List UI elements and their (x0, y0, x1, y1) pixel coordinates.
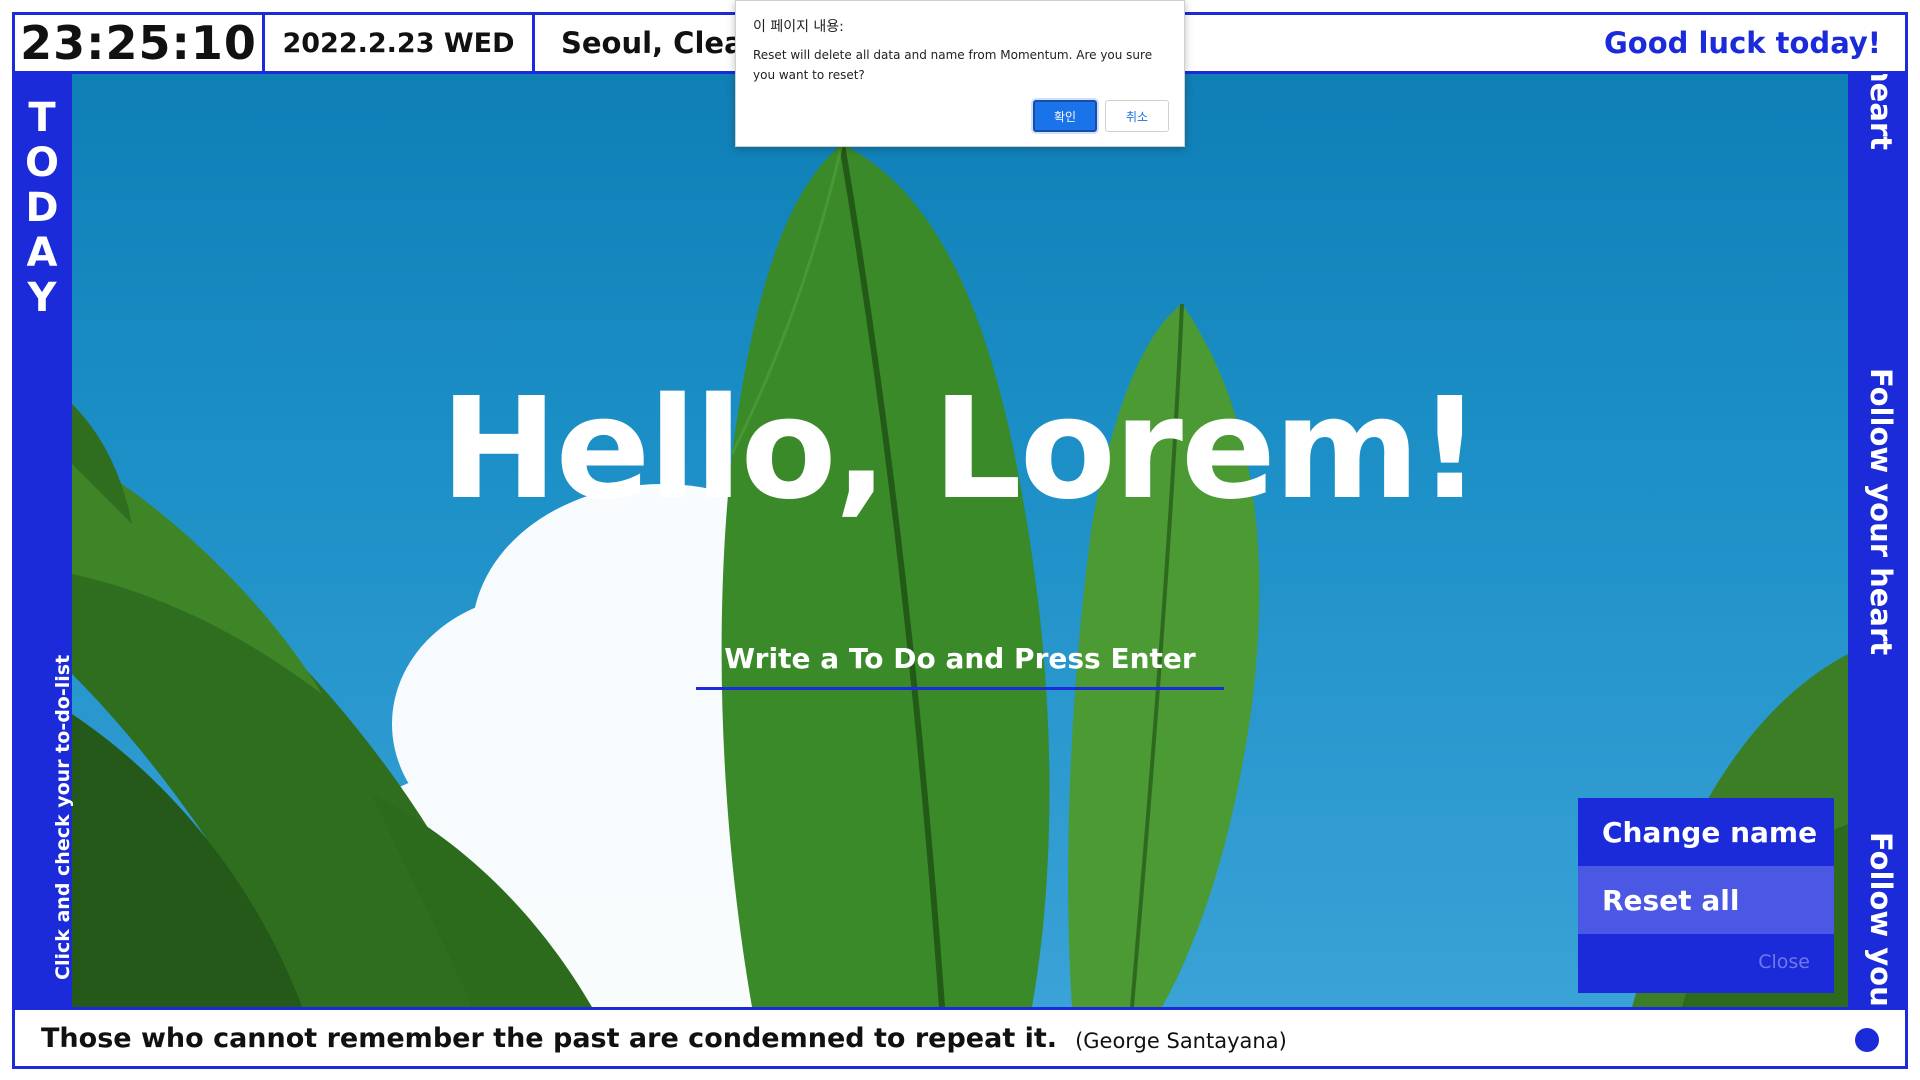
today-letter: Y (27, 275, 57, 321)
reset-all-button[interactable]: Reset all (1578, 866, 1834, 934)
right-sidebar: heart Follow your heart Follow your (1848, 74, 1908, 1007)
greeting-heading: Hello, Lorem! (440, 368, 1481, 531)
quote-text: Those who cannot remember the past are c… (41, 1022, 1058, 1054)
left-sidebar[interactable]: T O D A Y Click and check your to-do-lis… (12, 74, 74, 1007)
motto-fragment: heart (1864, 74, 1898, 151)
motto-fragment: Follow your (1864, 832, 1898, 1007)
bottom-bar: Those who cannot remember the past are c… (12, 1007, 1908, 1069)
today-label: T O D A Y (12, 96, 72, 321)
todo-list-toggle[interactable]: Click and check your to-do-list (52, 655, 74, 980)
clock: 23:25:10 (15, 15, 265, 71)
confirm-dialog: 이 페이지 내용: Reset will delete all data and… (735, 0, 1185, 147)
dialog-ok-button[interactable]: 확인 (1033, 100, 1097, 132)
greeting-message: Good luck today! (1603, 26, 1881, 60)
dialog-title: 이 페이지 내용: (753, 19, 844, 35)
today-letter: D (25, 185, 59, 231)
quote-author: (George Santayana) (1075, 1029, 1287, 1053)
date-display: 2022.2.23 WED (265, 15, 535, 71)
settings-dot-button[interactable] (1855, 1028, 1879, 1052)
today-letter: T (28, 95, 56, 141)
dialog-message: Reset will delete all data and name from… (753, 48, 1153, 82)
change-name-button[interactable]: Change name (1578, 798, 1834, 866)
settings-menu: Change name Reset all Close (1578, 798, 1834, 993)
dialog-cancel-button[interactable]: 취소 (1105, 100, 1169, 132)
close-menu-button[interactable]: Close (1758, 951, 1810, 973)
today-letter: A (26, 230, 58, 276)
today-letter: O (24, 140, 59, 186)
todo-input[interactable] (696, 630, 1224, 690)
